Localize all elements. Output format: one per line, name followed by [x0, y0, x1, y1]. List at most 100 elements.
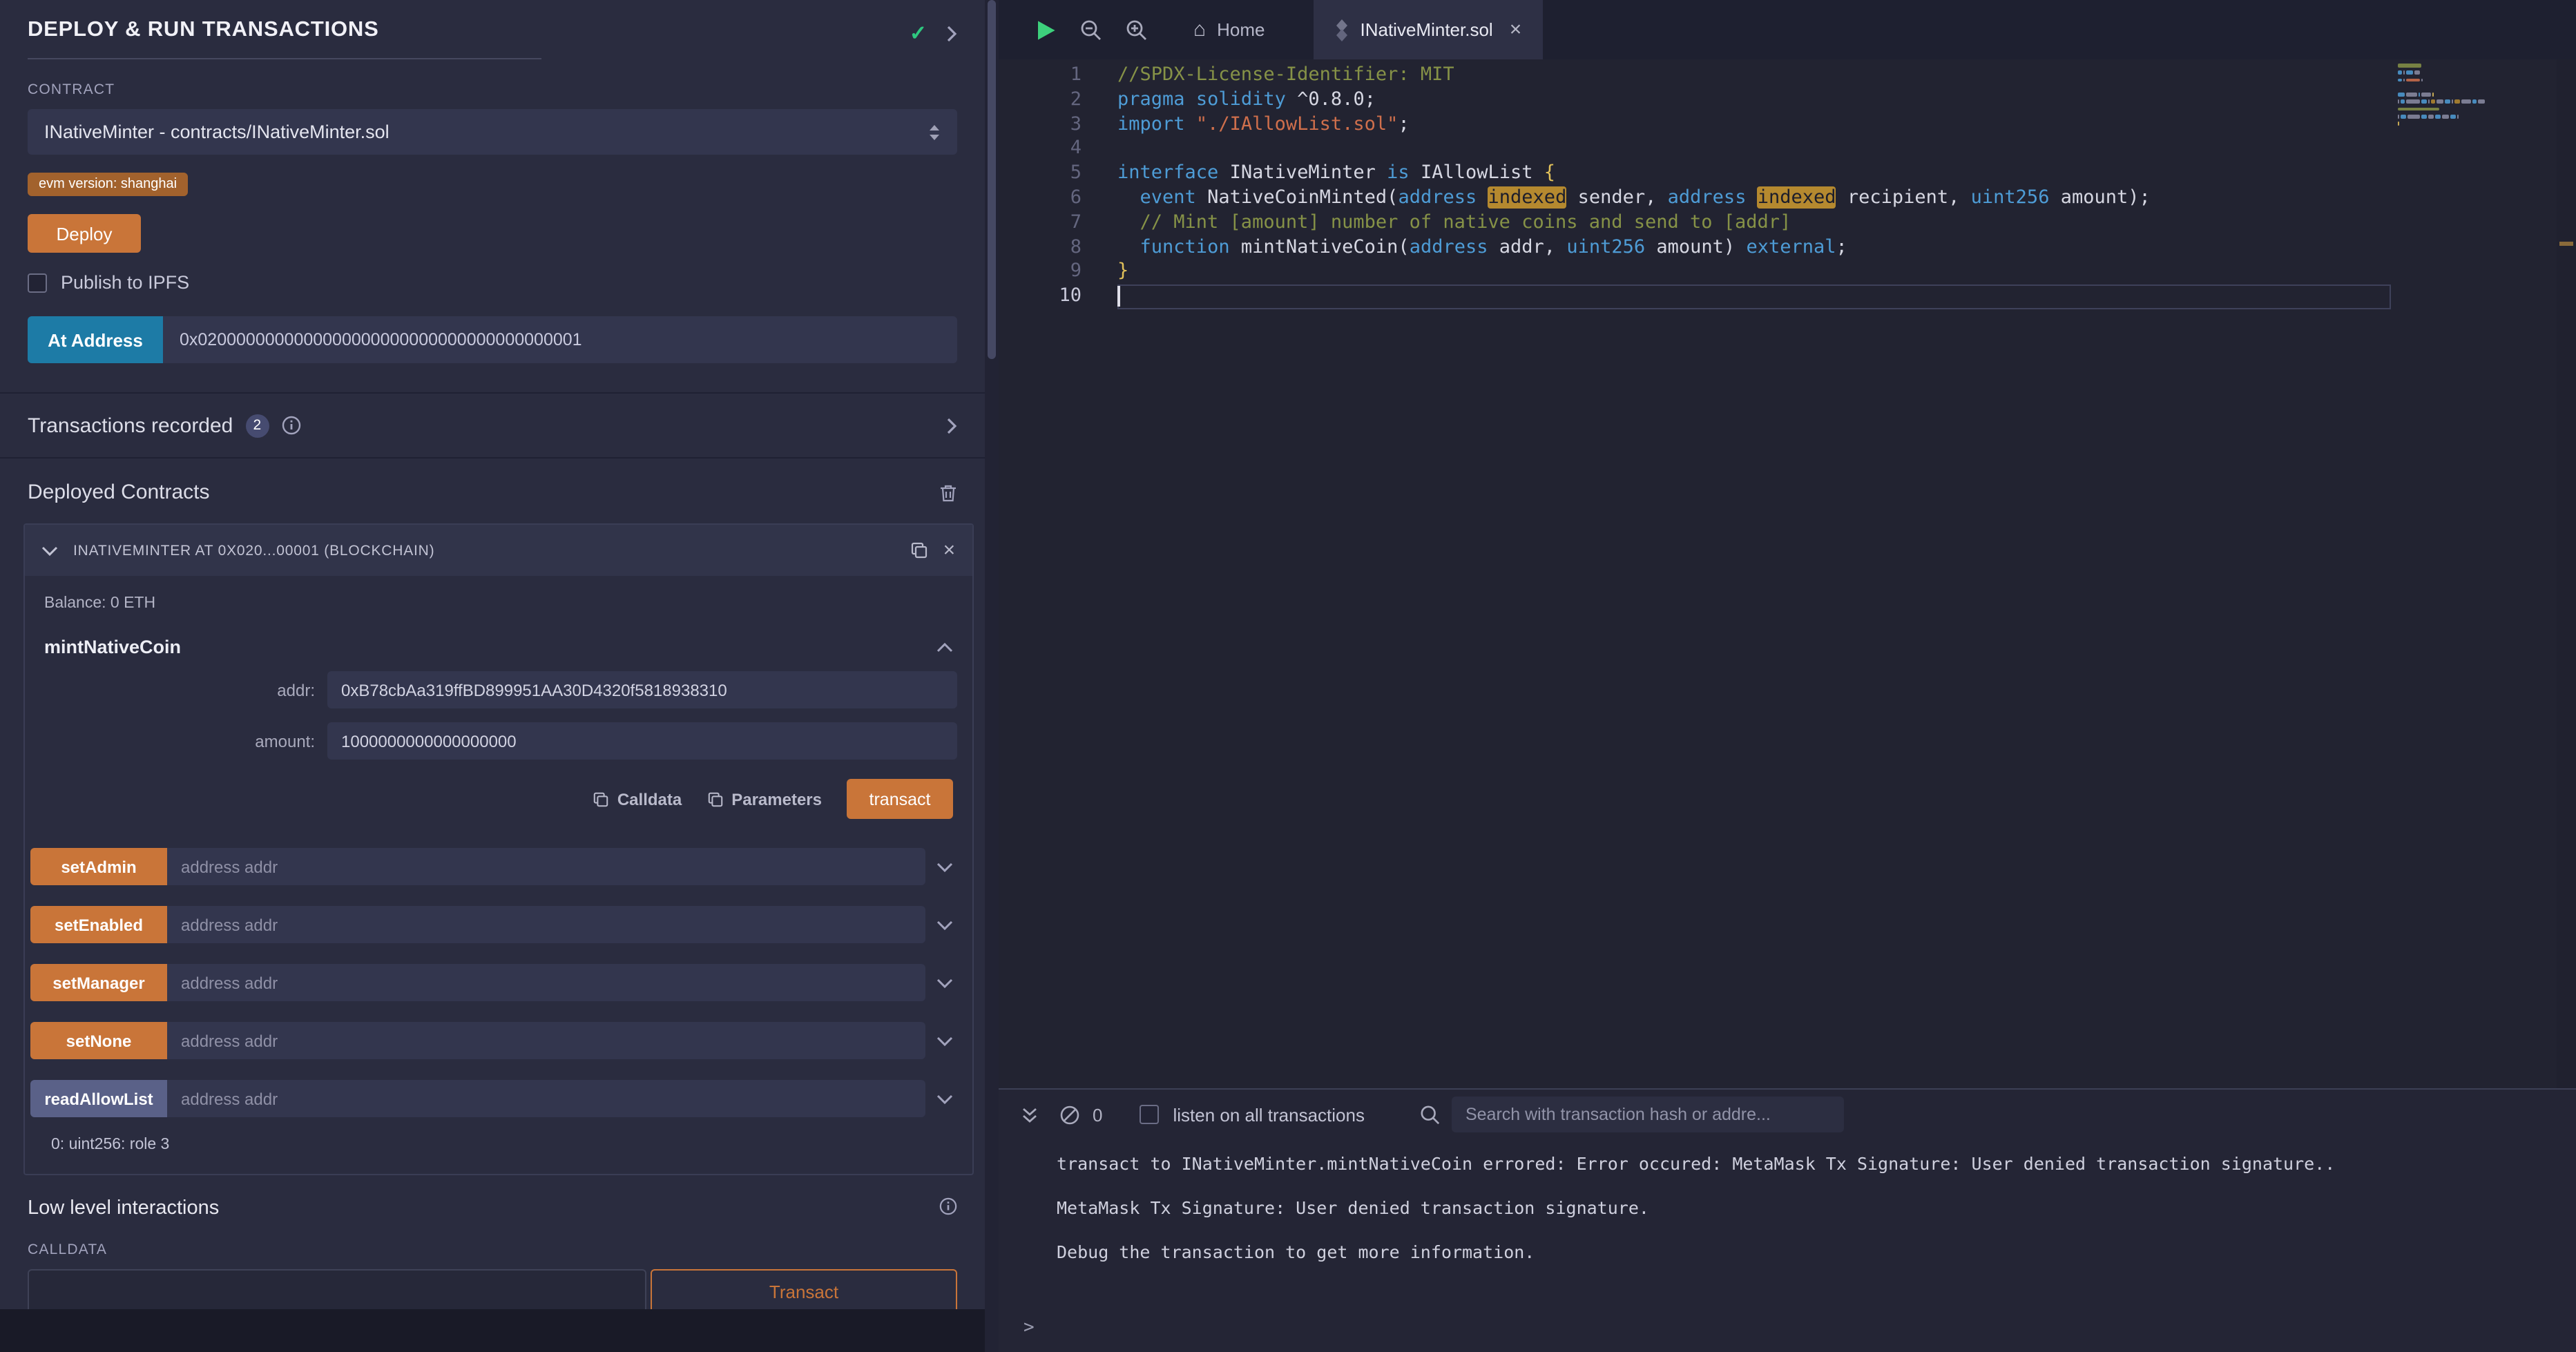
code-line: 9} — [999, 260, 2391, 285]
code-line-text: pragma solidity ^0.8.0; — [1117, 88, 2391, 113]
solidity-icon — [1334, 19, 1349, 41]
line-number: 8 — [999, 235, 1082, 260]
at-address-row: At Address — [28, 316, 957, 363]
expanded-function-header: mintNativeCoin — [25, 612, 972, 657]
line-number: 6 — [999, 186, 1082, 211]
deployed-contracts-header: Deployed Contracts — [0, 458, 985, 523]
setAdmin-arg-input[interactable] — [167, 848, 925, 885]
code-editor[interactable]: 1//SPDX-License-Identifier: MIT2pragma s… — [999, 64, 2391, 309]
contract-section: CONTRACT INativeMinter - contracts/INati… — [0, 81, 985, 363]
setEnabled-button[interactable]: setEnabled — [30, 906, 167, 943]
calldata-label: CALLDATA — [28, 1242, 957, 1258]
contract-select-value: INativeMinter - contracts/INativeMinter.… — [44, 122, 390, 142]
readAllowList-arg-input[interactable] — [167, 1080, 925, 1117]
chevron-down-icon[interactable] — [925, 861, 964, 872]
terminal-search-input[interactable] — [1452, 1097, 1844, 1132]
run-script-button[interactable] — [1036, 19, 1057, 41]
deploy-button[interactable]: Deploy — [28, 214, 141, 253]
at-address-input[interactable] — [163, 316, 957, 363]
terminal-toolbar: 0 listen on all transactions — [999, 1090, 2576, 1139]
chevron-down-icon[interactable] — [41, 545, 58, 556]
function-row: readAllowList — [30, 1080, 964, 1117]
function-row: setAdmin — [30, 848, 964, 885]
tab-home[interactable]: ⌂ Home — [1173, 0, 1286, 59]
terminal-prompt[interactable]: > — [1023, 1317, 1035, 1338]
code-line-text: // Mint [amount] number of native coins … — [1117, 211, 2391, 236]
text-cursor — [1117, 286, 1119, 307]
close-icon[interactable]: × — [1510, 18, 1522, 41]
chevron-down-icon[interactable] — [925, 919, 964, 930]
chevron-up-icon[interactable] — [936, 641, 953, 653]
panel-scrollbar[interactable] — [985, 0, 999, 1352]
setEnabled-arg-input[interactable] — [167, 906, 925, 943]
copy-icon — [707, 791, 723, 807]
info-icon[interactable] — [939, 1197, 957, 1215]
code-line-text: event NativeCoinMinted(address indexed s… — [1117, 186, 2391, 211]
chevron-right-icon[interactable] — [946, 416, 957, 434]
at-address-button[interactable]: At Address — [28, 316, 163, 363]
magnifier-minus-icon — [1080, 19, 1102, 41]
code-area: 1//SPDX-License-Identifier: MIT2pragma s… — [999, 59, 2576, 1088]
setNone-arg-input[interactable] — [167, 1022, 925, 1059]
line-number: 3 — [999, 113, 1082, 137]
listen-transactions-checkbox[interactable] — [1140, 1105, 1159, 1124]
tab-file-label: INativeMinter.sol — [1361, 19, 1493, 40]
trash-icon[interactable] — [939, 483, 957, 502]
editor-scrollbar[interactable] — [2557, 59, 2576, 1088]
line-number: 1 — [999, 64, 1082, 88]
select-caret-icon — [928, 122, 941, 142]
panel-header: DEPLOY & RUN TRANSACTIONS ✓ — [0, 0, 985, 59]
parameters-copy-label: Parameters — [731, 789, 822, 809]
terminal-log-line: MetaMask Tx Signature: User denied trans… — [1057, 1197, 2548, 1218]
low-level-section: Low level interactions CALLDATA Transact — [0, 1175, 985, 1313]
readAllowList-button[interactable]: readAllowList — [30, 1080, 167, 1117]
chevron-down-icon[interactable] — [925, 1035, 964, 1046]
scrollbar-annotation — [2559, 242, 2573, 246]
contract-select[interactable]: INativeMinter - contracts/INativeMinter.… — [28, 109, 957, 155]
tab-home-label: Home — [1217, 19, 1265, 40]
transactions-recorded-row[interactable]: Transactions recorded 2 — [0, 392, 985, 458]
low-level-transact-button[interactable]: Transact — [651, 1269, 957, 1313]
setManager-button[interactable]: setManager — [30, 964, 167, 1001]
setManager-arg-input[interactable] — [167, 964, 925, 1001]
code-line-text: function mintNativeCoin(address addr, ui… — [1117, 235, 2391, 260]
transact-button[interactable]: transact — [847, 779, 953, 819]
remix-ide: DEPLOY & RUN TRANSACTIONS ✓ CONTRACT INa… — [0, 0, 2576, 1352]
tab-inativeminter[interactable]: INativeMinter.sol × — [1314, 0, 1543, 59]
publish-ipfs-row[interactable]: Publish to IPFS — [28, 272, 957, 293]
publish-ipfs-label: Publish to IPFS — [61, 272, 189, 293]
code-line: 8 function mintNativeCoin(address addr, … — [999, 235, 2391, 260]
amount-field-label: amount: — [25, 731, 327, 751]
info-icon[interactable] — [281, 416, 300, 435]
calldata-copy-button[interactable]: Calldata — [593, 789, 682, 809]
terminal-log-line: Debug the transaction to get more inform… — [1057, 1242, 2548, 1262]
setAdmin-button[interactable]: setAdmin — [30, 848, 167, 885]
copy-icon[interactable] — [910, 541, 928, 559]
addr-field-input[interactable] — [327, 671, 957, 708]
collapse-terminal-icon[interactable] — [1021, 1105, 1039, 1123]
code-line: 1//SPDX-License-Identifier: MIT — [999, 64, 2391, 88]
call-output: 0: uint256: role 3 — [51, 1137, 972, 1174]
chevron-down-icon[interactable] — [925, 1093, 964, 1104]
clear-console-icon[interactable] — [1059, 1104, 1080, 1125]
chevron-right-icon[interactable] — [946, 24, 957, 42]
parameters-copy-button[interactable]: Parameters — [707, 789, 822, 809]
close-icon[interactable]: × — [943, 540, 956, 561]
code-line: 3import "./IAllowList.sol"; — [999, 113, 2391, 137]
amount-field-input[interactable] — [327, 722, 957, 760]
code-line-text: interface INativeMinter is IAllowList { — [1117, 162, 2391, 186]
minimap[interactable] — [2395, 62, 2532, 135]
zoom-out-button[interactable] — [1080, 19, 1102, 41]
publish-ipfs-checkbox[interactable] — [28, 273, 47, 292]
function-list: setAdmin setEnabled setManager setNone readA… — [25, 848, 972, 1117]
code-line: 5interface INativeMinter is IAllowList { — [999, 162, 2391, 186]
code-line-text: } — [1117, 260, 2391, 285]
deployed-contract-header-bar[interactable]: INATIVEMINTER AT 0X020...00001 (BLOCKCHA… — [25, 525, 972, 576]
setNone-button[interactable]: setNone — [30, 1022, 167, 1059]
terminal: 0 listen on all transactions transact to… — [999, 1088, 2576, 1352]
chevron-down-icon[interactable] — [925, 977, 964, 988]
zoom-in-button[interactable] — [1126, 19, 1148, 41]
calldata-input[interactable] — [28, 1269, 646, 1313]
line-number: 4 — [999, 137, 1082, 162]
panel-scrollbar-thumb[interactable] — [988, 0, 996, 359]
